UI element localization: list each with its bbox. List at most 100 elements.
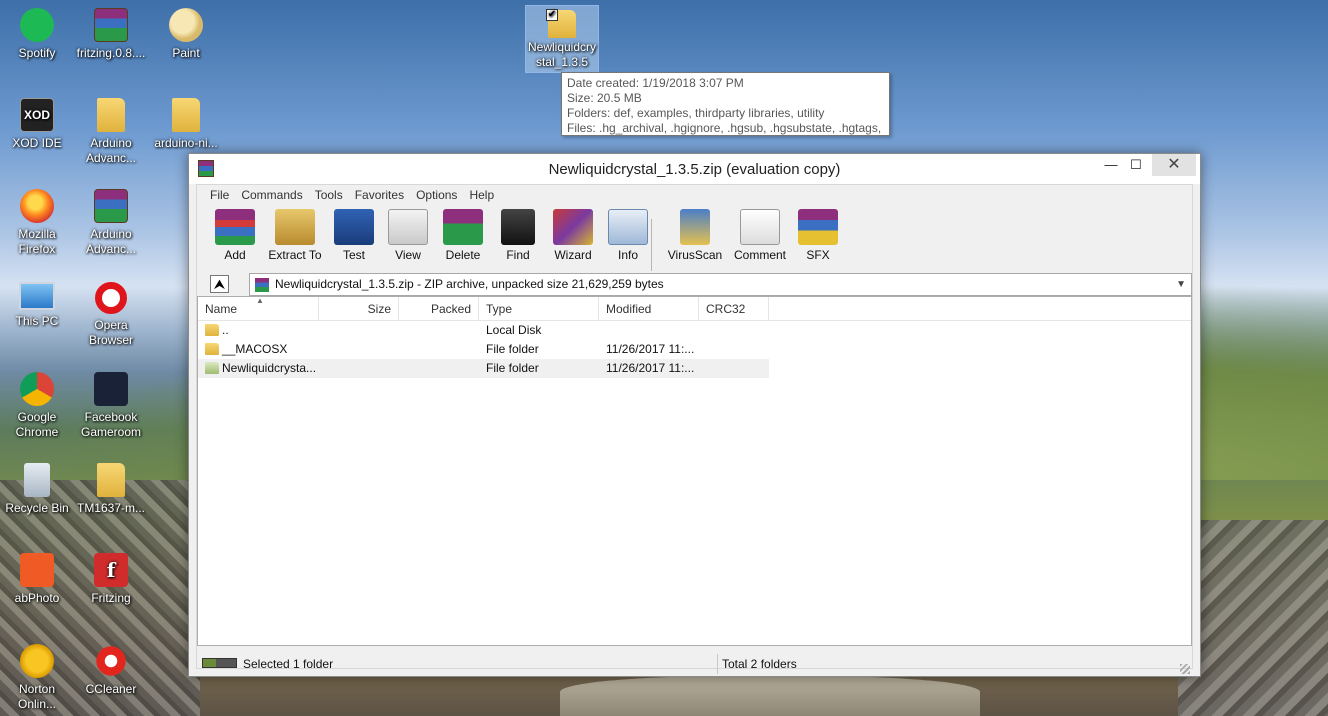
column-size[interactable]: Size [319,297,399,321]
sort-arrow-icon: ▲ [256,296,264,305]
menu-favorites[interactable]: Favorites [349,188,410,202]
file-list: ▲ Name Size Packed Type Modified CRC32 ..… [197,296,1192,646]
desktop-icon-ccleaner[interactable]: CCleaner [74,644,148,697]
column-name[interactable]: ▲ Name [198,296,319,321]
desktop-icon-fritzing[interactable]: f Fritzing [74,553,148,606]
computer-icon [19,282,55,310]
tooltip-date-created: Date created: 1/19/2018 3:07 PM [567,76,744,90]
close-button[interactable]: ✕ [1152,154,1196,176]
desktop-icon-facebook-gameroom[interactable]: Facebook Gameroom [74,372,148,440]
folder-icon [205,362,219,374]
column-packed[interactable]: Packed [399,297,479,321]
desktop-icon-arduino-advanced-folder[interactable]: Arduino Advanc... [74,98,148,166]
view-button[interactable]: View [379,209,437,262]
table-row-selected[interactable]: Newliquidcrysta... File folder 11/26/201… [198,359,769,378]
status-selected: Selected 1 folder [197,654,718,674]
table-row[interactable]: __MACOSX File folder 11/26/2017 11:... [198,340,1191,359]
comment-icon [740,209,780,245]
xod-icon: XOD [20,98,54,132]
spotify-icon [20,8,54,42]
add-icon [215,209,255,245]
tooltip-size: Size: 20.5 MB [567,91,642,105]
desktop-icon-paint[interactable]: Paint [149,8,223,61]
column-modified[interactable]: Modified [599,297,699,321]
find-icon [501,209,535,245]
desktop-icon-spotify[interactable]: Spotify [0,8,74,61]
folder-icon [97,463,125,497]
menu-tools[interactable]: Tools [309,188,349,202]
desktop-icon-fritzing-archive[interactable]: fritzing.0.8.... [74,8,148,61]
archive-path-text: Newliquidcrystal_1.3.5.zip - ZIP archive… [275,277,664,291]
desktop-icon-arduino-ni[interactable]: arduino-ni... [149,98,223,151]
toolbar: Add Extract To Test View Delete Find Wiz… [197,205,1192,271]
winrar-icon [94,8,128,42]
chrome-icon [20,372,54,406]
desktop-icon-xod-ide[interactable]: XOD XOD IDE [0,98,74,151]
menu-help[interactable]: Help [463,188,500,202]
opera-icon [95,282,127,314]
delete-icon [443,209,483,245]
status-bar: Selected 1 folder Total 2 folders [197,652,1192,676]
menu-options[interactable]: Options [410,188,463,202]
window-title: Newliquidcrystal_1.3.5.zip (evaluation c… [548,161,841,178]
virusscan-button[interactable]: VirusScan [660,209,730,262]
facebook-gameroom-icon [94,372,128,406]
desktop-icon-recycle-bin[interactable]: Recycle Bin [0,463,74,516]
up-one-level-button[interactable]: ⮝ [210,275,229,293]
delete-button[interactable]: Delete [434,209,492,262]
info-icon [608,209,648,245]
test-button[interactable]: Test [325,209,383,262]
archive-path-dropdown[interactable]: Newliquidcrystal_1.3.5.zip - ZIP archive… [249,273,1192,296]
add-button[interactable]: Add [206,209,264,262]
fritzing-icon: f [94,553,128,587]
firefox-icon [20,189,54,223]
folder-icon [97,98,125,132]
file-list-header: ▲ Name Size Packed Type Modified CRC32 [198,296,1191,321]
menu-file[interactable]: File [204,188,235,202]
winrar-icon [94,189,128,223]
desktop-icon-newliquidcrystal[interactable]: ✔ Newliquidcrystal_1.3.5 [525,5,599,73]
status-total: Total 2 folders [722,657,797,671]
resize-grip[interactable] [1180,664,1190,674]
paint-icon [169,8,203,42]
info-button[interactable]: Info [599,209,657,262]
folder-icon [172,98,200,132]
winrar-window: Newliquidcrystal_1.3.5.zip (evaluation c… [188,153,1201,677]
table-row[interactable]: .. Local Disk [198,321,1191,340]
desktop-icon-firefox[interactable]: Mozilla Firefox [0,189,74,257]
desktop-icon-opera[interactable]: Opera Browser [74,282,148,348]
test-icon [334,209,374,245]
ccleaner-icon [94,644,128,678]
menu-commands[interactable]: Commands [235,188,308,202]
find-button[interactable]: Find [489,209,547,262]
wallpaper-path [560,676,980,716]
column-crc32[interactable]: CRC32 [699,297,769,321]
chevron-down-icon[interactable]: ▼ [1176,274,1186,295]
folder-info-tooltip: Date created: 1/19/2018 3:07 PM Size: 20… [561,72,890,136]
folder-icon [205,343,219,355]
recycle-bin-icon [24,463,50,497]
sfx-icon [798,209,838,245]
window-titlebar[interactable]: Newliquidcrystal_1.3.5.zip (evaluation c… [189,154,1200,184]
extract-icon [275,209,315,245]
norton-icon [20,644,54,678]
wizard-button[interactable]: Wizard [544,209,602,262]
comment-button[interactable]: Comment [727,209,793,262]
extract-to-button[interactable]: Extract To [260,209,330,262]
desktop-icon-abphoto[interactable]: abPhoto [0,553,74,606]
desktop-icon-this-pc[interactable]: This PC [0,282,74,329]
sfx-button[interactable]: SFX [789,209,847,262]
abphoto-icon [20,553,54,587]
desktop-icon-norton[interactable]: Norton Onlin... [0,644,74,712]
selection-checkbox[interactable]: ✔ [546,9,558,21]
desktop-icon-chrome[interactable]: Google Chrome [0,372,74,440]
tooltip-files: Files: .hg_archival, .hgignore, .hgsub, … [567,121,884,135]
file-rows: .. Local Disk __MACOSX File folder 11/26… [198,321,1191,378]
view-icon [388,209,428,245]
column-type[interactable]: Type [479,297,599,321]
menu-bar: File Commands Tools Favorites Options He… [197,185,1192,205]
desktop-icon-arduino-advanced-archive[interactable]: Arduino Advanc... [74,189,148,257]
wizard-icon [553,209,593,245]
folder-up-icon [205,324,219,336]
desktop-icon-tm1637[interactable]: TM1637-m... [74,463,148,516]
